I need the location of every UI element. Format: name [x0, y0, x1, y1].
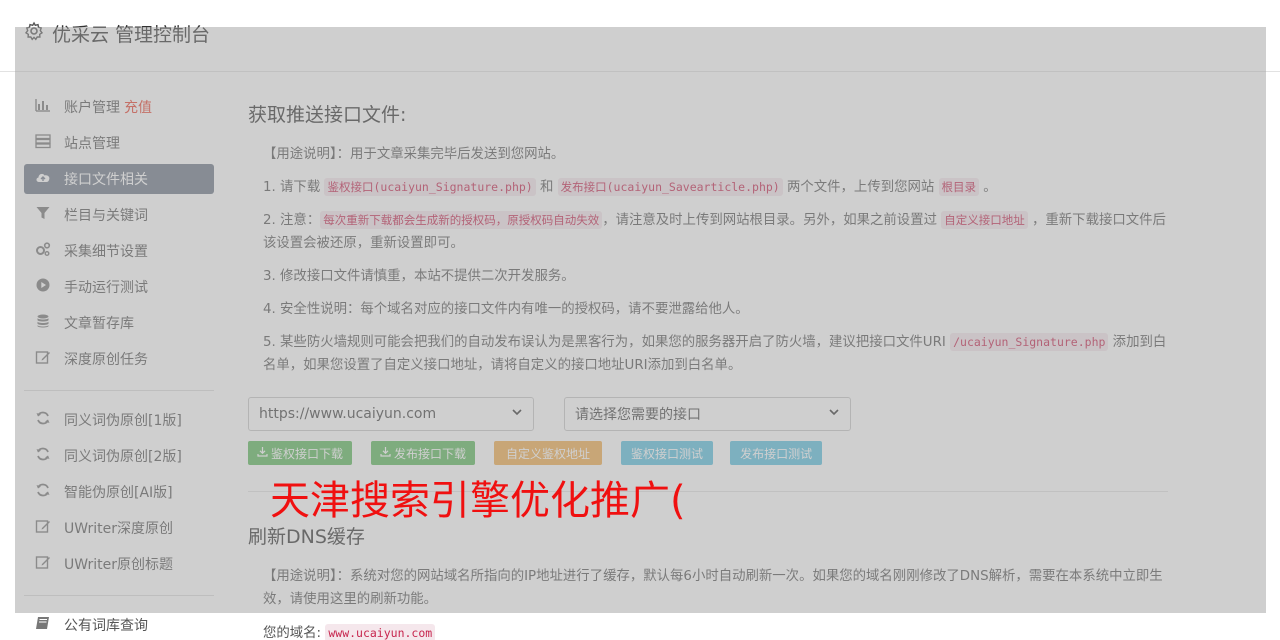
site-select[interactable]: https://www.ucaiyun.com [248, 397, 534, 431]
top-header: 优采云 管理控制台 [0, 0, 1280, 72]
auth-test-button[interactable]: 鉴权接口测试 [621, 441, 714, 465]
sidebar-item-sites[interactable]: 站点管理 [24, 128, 214, 158]
sidebar-item-manual-run[interactable]: 手动运行测试 [24, 272, 214, 302]
refresh-icon [35, 482, 64, 502]
sidebar-item-deep-original[interactable]: 深度原创任务 [24, 344, 214, 374]
download-icon [380, 446, 394, 460]
sidebar-item-label: 深度原创任务 [64, 352, 148, 368]
sidebar-item-label: 接口文件相关 [64, 172, 148, 188]
gears-icon [35, 241, 64, 261]
sidebar-item-label: 同义词伪原创[2版] [64, 449, 182, 465]
note-1: 1. 请下载 鉴权接口(ucaiyun_Signature.php) 和 发布接… [248, 176, 1168, 199]
database-icon [35, 313, 64, 333]
text: 和 [535, 180, 558, 195]
sidebar-item-synonym-v2[interactable]: 同义词伪原创[2版] [24, 441, 214, 471]
sidebar: 账户管理 充值 站点管理 接口文件相关 栏目与关键词 采集细节设置 手动运行测试… [24, 92, 214, 640]
edit-icon [35, 349, 64, 369]
api-select-value: 请选择您需要的接口 [575, 407, 701, 423]
edit-icon [35, 554, 64, 574]
chevron-down-icon [511, 406, 523, 422]
cloud-upload-icon [35, 169, 64, 189]
sidebar-item-label: 同义词伪原创[1版] [64, 413, 182, 429]
main-content: 获取推送接口文件: 【用途说明】：用于文章采集完毕后发送到您网站。 1. 请下载… [248, 100, 1168, 640]
publish-download-button[interactable]: 发布接口下载 [371, 441, 476, 465]
sidebar-item-account[interactable]: 账户管理 充值 [24, 92, 214, 122]
sidebar-item-label: 文章暂存库 [64, 316, 134, 332]
button-label: 鉴权接口测试 [631, 446, 704, 461]
custom-url-code: 自定义接口地址 [941, 211, 1028, 229]
sidebar-item-label: 站点管理 [64, 136, 120, 152]
button-label: 自定义鉴权地址 [506, 446, 591, 461]
button-label: 鉴权接口下载 [271, 446, 344, 461]
note-4: 4. 安全性说明：每个域名对应的接口文件内有唯一的授权码，请不要泄露给他人。 [263, 302, 749, 317]
auth-file-code: 鉴权接口(ucaiyun_Signature.php) [324, 178, 536, 196]
section-title-interface: 获取推送接口文件: [248, 104, 407, 126]
note-5: 5. 某些防火墙规则可能会把我们的自动发布误认为是黑客行为，如果您的服务器开启了… [248, 331, 1168, 377]
watermark-text: 天津搜索引擎优化推广( [270, 478, 686, 524]
sidebar-item-uwriter-deep[interactable]: UWriter深度原创 [24, 513, 214, 543]
sidebar-item-label: 账户管理 [64, 100, 120, 116]
edit-icon [35, 518, 64, 538]
text: 2. 注意： [263, 213, 321, 228]
recharge-link[interactable]: 充值 [124, 97, 152, 117]
button-row: 鉴权接口下载 发布接口下载 自定义鉴权地址 鉴权接口测试 发布接口测试 [248, 441, 1168, 465]
text: 5. 某些防火墙规则可能会把我们的自动发布误认为是黑客行为，如果您的服务器开启了… [263, 335, 951, 350]
warning-code: 每次重新下载都会生成新的授权码，原授权码自动失效 [320, 211, 603, 229]
button-label: 发布接口测试 [740, 446, 813, 461]
refresh-icon [35, 410, 64, 430]
domain-line: 您的域名: www.ucaiyun.com [248, 621, 1168, 640]
sidebar-item-article-storage[interactable]: 文章暂存库 [24, 308, 214, 338]
sidebar-item-synonym-v1[interactable]: 同义词伪原创[1版] [24, 405, 214, 435]
gear-icon [24, 21, 52, 46]
app-title: 优采云 管理控制台 [52, 24, 211, 46]
sidebar-item-label: 手动运行测试 [64, 280, 148, 296]
publish-test-button[interactable]: 发布接口测试 [730, 441, 823, 465]
sidebar-item-label: UWriter深度原创 [64, 521, 173, 537]
sidebar-divider [24, 595, 214, 596]
refresh-icon [35, 446, 64, 466]
text: 。 [979, 180, 997, 195]
text: 1. 请下载 [263, 180, 325, 195]
sidebar-item-label: 采集细节设置 [64, 244, 148, 260]
custom-auth-button[interactable]: 自定义鉴权地址 [494, 441, 603, 465]
note-3: 3. 修改接口文件请慎重，本站不提供二次开发服务。 [263, 269, 575, 284]
book-icon [35, 615, 64, 635]
site-select-value: https://www.ucaiyun.com [259, 406, 437, 422]
sidebar-divider [24, 390, 214, 391]
section-title-dns: 刷新DNS缓存 [248, 526, 365, 548]
sidebar-item-ai-rewrite[interactable]: 智能伪原创[AI版] [24, 477, 214, 507]
sidebar-item-label: 公有词库查询 [64, 618, 148, 634]
text: ，请注意及时上传到网站根目录。另外，如果之前设置过 [602, 213, 942, 228]
text: 两个文件，上传到您网站 [782, 180, 939, 195]
sidebar-item-label: 智能伪原创[AI版] [64, 485, 173, 501]
select-row: https://www.ucaiyun.com 请选择您需要的接口 [248, 397, 1168, 431]
auth-download-button[interactable]: 鉴权接口下载 [248, 441, 353, 465]
download-icon [257, 446, 271, 460]
uri-code: /ucaiyun_Signature.php [950, 333, 1109, 351]
usage-note: 【用途说明】：用于文章采集完毕后发送到您网站。 [263, 147, 565, 162]
sidebar-item-columns-keywords[interactable]: 栏目与关键词 [24, 200, 214, 230]
brand[interactable]: 优采云 管理控制台 [24, 20, 210, 47]
play-circle-icon [35, 277, 64, 297]
domain-label: 您的域名: [263, 626, 326, 640]
publish-file-code: 发布接口(ucaiyun_Savearticle.php) [557, 178, 783, 196]
button-label: 发布接口下载 [394, 446, 467, 461]
domain-value: www.ucaiyun.com [325, 624, 436, 640]
dns-usage-note: 【用途说明】：系统对您的网站域名所指向的IP地址进行了缓存，默认每6小时自动刷新… [263, 569, 1163, 607]
sidebar-item-interface-files[interactable]: 接口文件相关 [24, 164, 214, 194]
server-icon [35, 133, 64, 153]
sidebar-item-label: 栏目与关键词 [64, 208, 148, 224]
root-dir-code: 根目录 [938, 178, 980, 196]
sidebar-item-label: UWriter原创标题 [64, 557, 173, 573]
sidebar-item-collection-settings[interactable]: 采集细节设置 [24, 236, 214, 266]
note-2: 2. 注意： 每次重新下载都会生成新的授权码，原授权码自动失效 ，请注意及时上传到网… [248, 209, 1168, 255]
sidebar-item-public-thesaurus[interactable]: 公有词库查询 [24, 610, 214, 640]
bar-chart-icon [35, 97, 64, 117]
filter-icon [35, 205, 64, 225]
sidebar-item-uwriter-title[interactable]: UWriter原创标题 [24, 549, 214, 579]
api-select[interactable]: 请选择您需要的接口 [564, 397, 851, 431]
chevron-down-icon [828, 406, 840, 422]
